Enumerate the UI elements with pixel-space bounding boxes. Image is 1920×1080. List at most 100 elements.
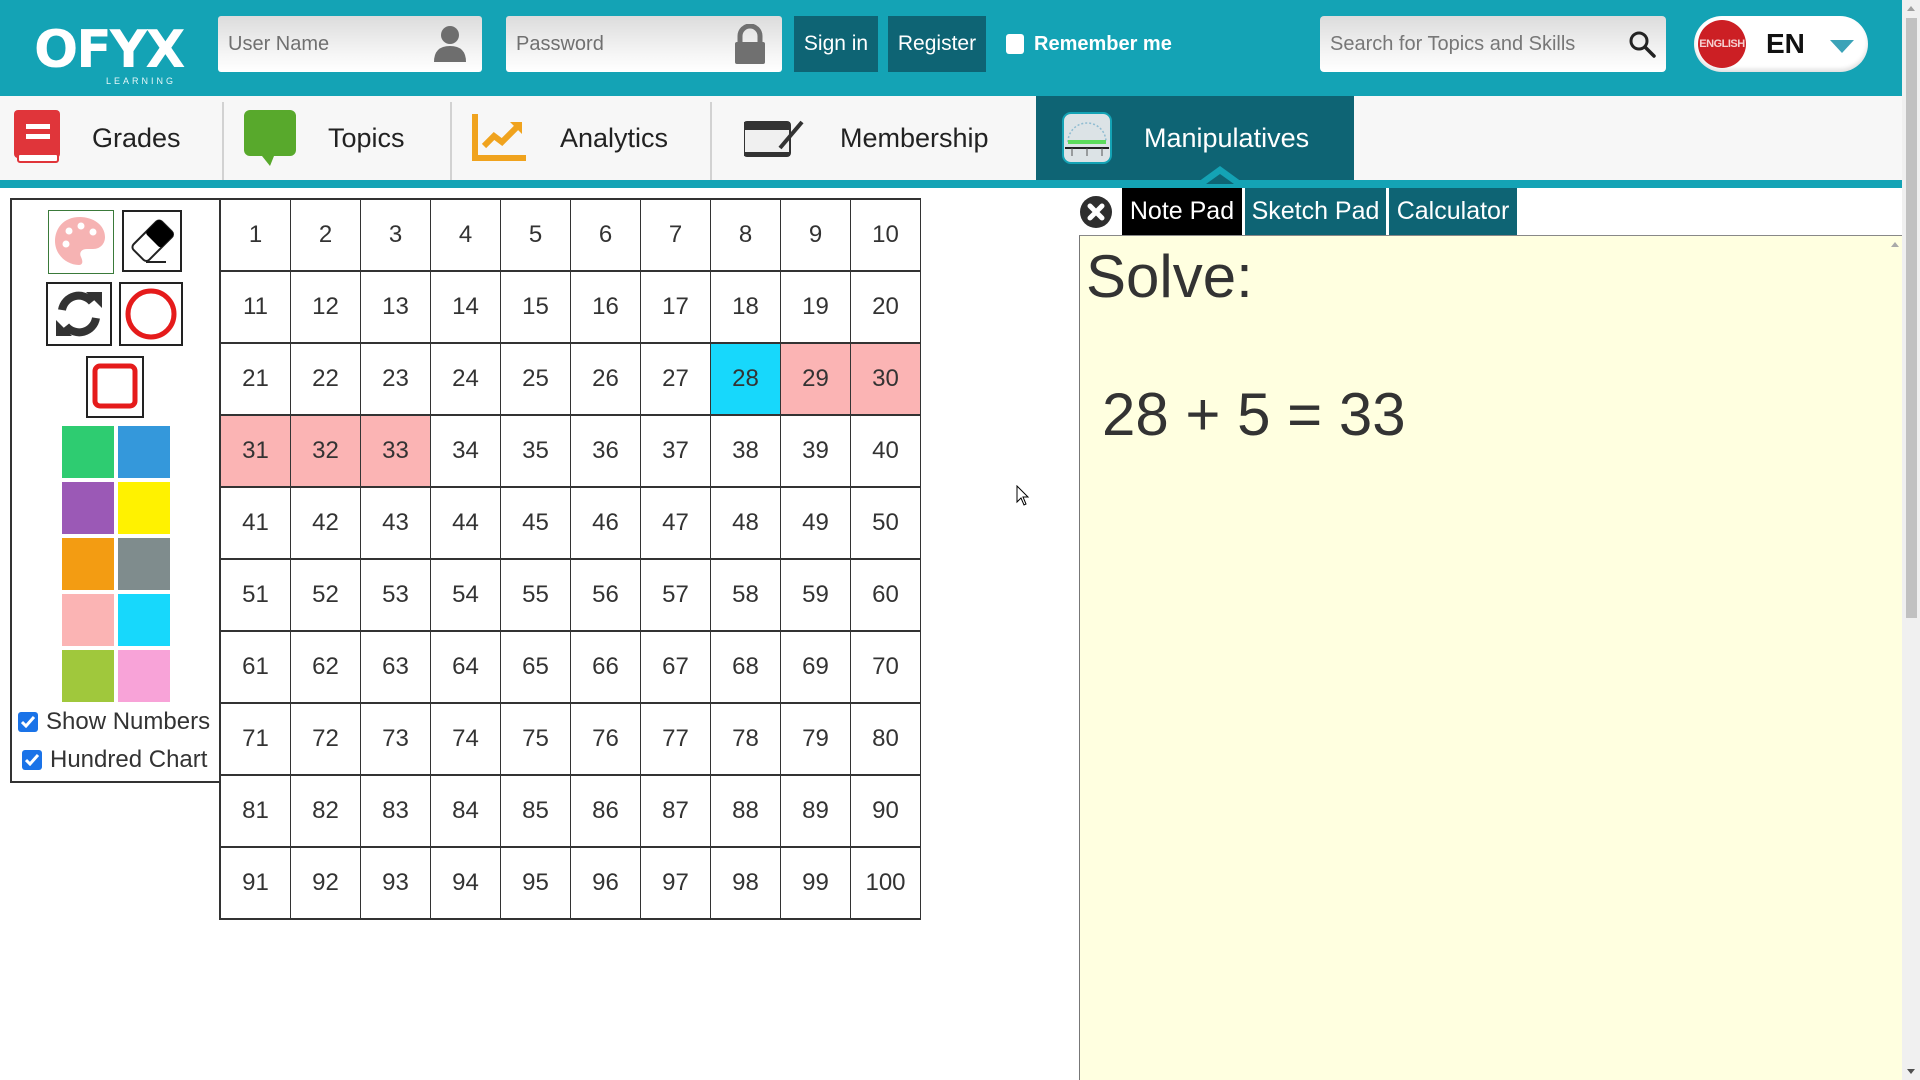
chart-cell-38[interactable]: 38: [711, 416, 781, 488]
chart-cell-36[interactable]: 36: [571, 416, 641, 488]
nav-item-manipulatives[interactable]: Manipulatives: [1036, 96, 1354, 180]
language-selector[interactable]: ENGLISH EN: [1694, 16, 1868, 72]
chart-cell-46[interactable]: 46: [571, 488, 641, 560]
chart-cell-28[interactable]: 28: [711, 344, 781, 416]
chart-cell-3[interactable]: 3: [361, 200, 431, 272]
chart-cell-80[interactable]: 80: [851, 704, 921, 776]
close-notepad-button[interactable]: [1080, 196, 1112, 228]
square-tool-button[interactable]: [86, 356, 144, 418]
logo[interactable]: OFYX LEARNING: [34, 14, 185, 90]
chart-cell-44[interactable]: 44: [431, 488, 501, 560]
chart-cell-50[interactable]: 50: [851, 488, 921, 560]
chart-cell-96[interactable]: 96: [571, 848, 641, 920]
chart-cell-78[interactable]: 78: [711, 704, 781, 776]
chart-cell-65[interactable]: 65: [501, 632, 571, 704]
chart-cell-20[interactable]: 20: [851, 272, 921, 344]
palette-button[interactable]: [48, 210, 114, 274]
scroll-up-icon[interactable]: [1907, 6, 1915, 11]
chart-cell-16[interactable]: 16: [571, 272, 641, 344]
chart-cell-23[interactable]: 23: [361, 344, 431, 416]
chart-cell-62[interactable]: 62: [291, 632, 361, 704]
color-swatch[interactable]: [118, 482, 170, 534]
chart-cell-57[interactable]: 57: [641, 560, 711, 632]
color-swatch[interactable]: [62, 594, 114, 646]
chart-cell-2[interactable]: 2: [291, 200, 361, 272]
chart-cell-74[interactable]: 74: [431, 704, 501, 776]
chart-cell-69[interactable]: 69: [781, 632, 851, 704]
chart-cell-71[interactable]: 71: [221, 704, 291, 776]
chart-cell-93[interactable]: 93: [361, 848, 431, 920]
chart-cell-7[interactable]: 7: [641, 200, 711, 272]
chart-cell-34[interactable]: 34: [431, 416, 501, 488]
chart-cell-21[interactable]: 21: [221, 344, 291, 416]
chart-cell-24[interactable]: 24: [431, 344, 501, 416]
chart-cell-88[interactable]: 88: [711, 776, 781, 848]
chart-cell-5[interactable]: 5: [501, 200, 571, 272]
chart-cell-75[interactable]: 75: [501, 704, 571, 776]
chart-cell-33[interactable]: 33: [361, 416, 431, 488]
chart-cell-53[interactable]: 53: [361, 560, 431, 632]
chart-cell-73[interactable]: 73: [361, 704, 431, 776]
chart-cell-11[interactable]: 11: [221, 272, 291, 344]
tab-note-pad[interactable]: Note Pad: [1122, 188, 1242, 235]
chart-cell-56[interactable]: 56: [571, 560, 641, 632]
reset-button[interactable]: [46, 282, 112, 346]
chart-cell-72[interactable]: 72: [291, 704, 361, 776]
chart-cell-41[interactable]: 41: [221, 488, 291, 560]
chart-cell-100[interactable]: 100: [851, 848, 921, 920]
chart-cell-83[interactable]: 83: [361, 776, 431, 848]
chart-cell-4[interactable]: 4: [431, 200, 501, 272]
eraser-button[interactable]: [122, 210, 182, 272]
chart-cell-35[interactable]: 35: [501, 416, 571, 488]
chart-cell-63[interactable]: 63: [361, 632, 431, 704]
chart-cell-6[interactable]: 6: [571, 200, 641, 272]
chart-cell-42[interactable]: 42: [291, 488, 361, 560]
chart-cell-82[interactable]: 82: [291, 776, 361, 848]
color-swatch[interactable]: [118, 594, 170, 646]
chart-cell-68[interactable]: 68: [711, 632, 781, 704]
color-swatch[interactable]: [118, 650, 170, 702]
chart-cell-86[interactable]: 86: [571, 776, 641, 848]
chart-cell-37[interactable]: 37: [641, 416, 711, 488]
show-numbers-checkbox[interactable]: [18, 712, 38, 732]
chart-cell-43[interactable]: 43: [361, 488, 431, 560]
chart-cell-14[interactable]: 14: [431, 272, 501, 344]
chart-cell-18[interactable]: 18: [711, 272, 781, 344]
scrollbar-thumb[interactable]: [1906, 18, 1917, 618]
chart-cell-10[interactable]: 10: [851, 200, 921, 272]
search-input[interactable]: [1320, 16, 1620, 72]
chart-cell-17[interactable]: 17: [641, 272, 711, 344]
chart-cell-79[interactable]: 79: [781, 704, 851, 776]
chart-cell-91[interactable]: 91: [221, 848, 291, 920]
chart-cell-29[interactable]: 29: [781, 344, 851, 416]
chart-cell-87[interactable]: 87: [641, 776, 711, 848]
chart-cell-94[interactable]: 94: [431, 848, 501, 920]
color-swatch[interactable]: [62, 538, 114, 590]
chart-cell-9[interactable]: 9: [781, 200, 851, 272]
sign-in-button[interactable]: Sign in: [794, 16, 878, 72]
chart-cell-19[interactable]: 19: [781, 272, 851, 344]
nav-item-analytics[interactable]: Analytics: [452, 96, 710, 180]
scroll-down-icon[interactable]: [1907, 1069, 1915, 1074]
chart-cell-13[interactable]: 13: [361, 272, 431, 344]
page-scrollbar[interactable]: [1902, 0, 1920, 1080]
chart-cell-85[interactable]: 85: [501, 776, 571, 848]
chart-cell-22[interactable]: 22: [291, 344, 361, 416]
chart-cell-76[interactable]: 76: [571, 704, 641, 776]
chart-cell-66[interactable]: 66: [571, 632, 641, 704]
hundred-chart-checkbox[interactable]: [22, 750, 42, 770]
chart-cell-99[interactable]: 99: [781, 848, 851, 920]
register-button[interactable]: Register: [888, 16, 986, 72]
show-numbers-option[interactable]: Show Numbers: [18, 708, 210, 736]
chart-cell-58[interactable]: 58: [711, 560, 781, 632]
chart-cell-77[interactable]: 77: [641, 704, 711, 776]
chart-cell-52[interactable]: 52: [291, 560, 361, 632]
color-swatch[interactable]: [118, 426, 170, 478]
chart-cell-61[interactable]: 61: [221, 632, 291, 704]
chart-cell-25[interactable]: 25: [501, 344, 571, 416]
chart-cell-8[interactable]: 8: [711, 200, 781, 272]
color-swatch[interactable]: [62, 650, 114, 702]
chart-cell-1[interactable]: 1: [221, 200, 291, 272]
chart-cell-64[interactable]: 64: [431, 632, 501, 704]
remember-me-checkbox[interactable]: [1006, 34, 1024, 54]
